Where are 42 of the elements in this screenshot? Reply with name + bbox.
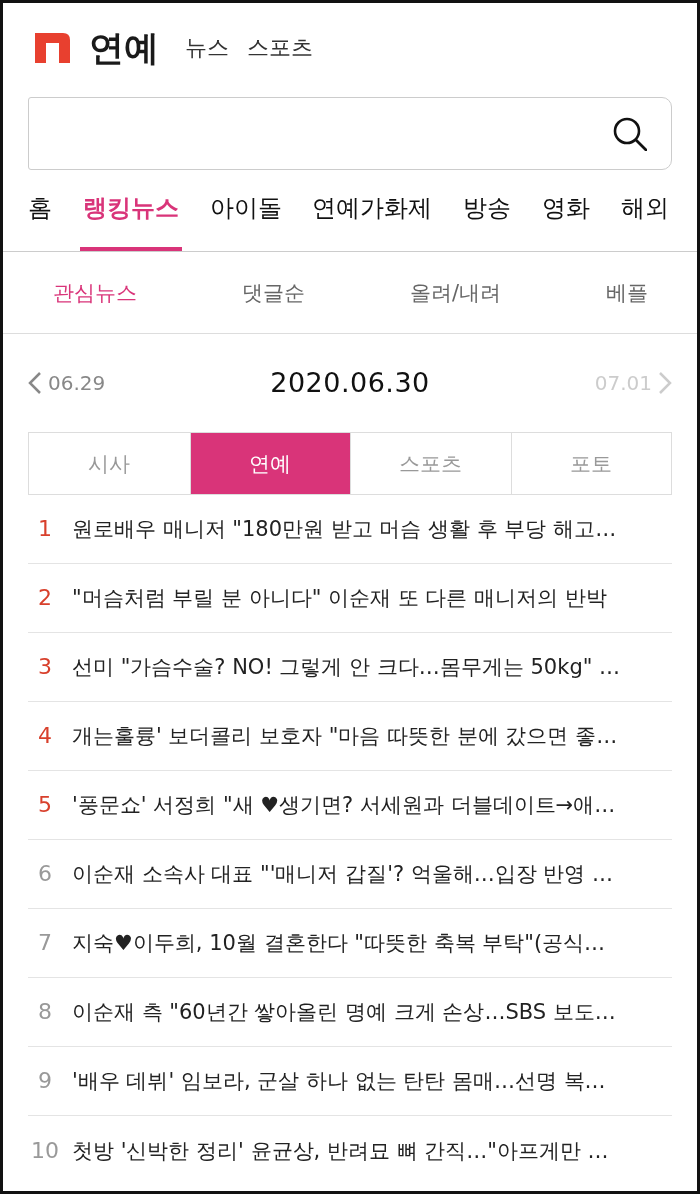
current-date: 2020.06.30 xyxy=(270,366,430,400)
nav-tab[interactable]: 해외 xyxy=(617,170,672,251)
chevron-left-icon xyxy=(28,371,42,395)
rank-number: 1 xyxy=(37,515,53,543)
rank-number: 8 xyxy=(37,998,53,1026)
nav-tab[interactable]: 랭킹뉴스 xyxy=(79,170,182,251)
sort-tab[interactable]: 베플 xyxy=(606,277,648,308)
nav-tab[interactable]: 방송 xyxy=(460,170,515,251)
sort-tab[interactable]: 댓글순 xyxy=(241,277,305,308)
header-link[interactable]: 스포츠 xyxy=(247,33,313,63)
rank-number: 2 xyxy=(37,584,53,612)
rank-number: 5 xyxy=(37,791,53,819)
rank-number: 7 xyxy=(37,929,53,957)
news-headline-link[interactable]: "머슴처럼 부릴 분 아니다" 이순재 또 다른 매니저의 반박 xyxy=(72,583,607,613)
search-icon[interactable] xyxy=(613,116,647,151)
rank-number: 6 xyxy=(37,860,53,888)
news-headline-link[interactable]: 이순재 소속사 대표 "'매니저 갑질'? 억울해…입장 반영 … xyxy=(72,859,614,889)
news-headline-link[interactable]: '배우 데뷔' 임보라, 군살 하나 없는 탄탄 몸매…선명 복… xyxy=(72,1066,606,1096)
rank-number: 10 xyxy=(30,1136,60,1165)
news-headline-link[interactable]: 지숙♥이두희, 10월 결혼한다 "따뜻한 축복 부탁"(공식… xyxy=(72,928,606,958)
category-tab[interactable]: 연예 xyxy=(189,433,350,494)
news-headline-link[interactable]: 개는훌륭' 보더콜리 보호자 "마음 따뜻한 분에 갔으면 좋… xyxy=(72,721,618,751)
nav-tab[interactable]: 홈 xyxy=(25,170,55,251)
rank-number: 4 xyxy=(37,722,53,750)
news-headline-link[interactable]: 첫방 '신박한 정리' 윤균상, 반려묘 뼈 간직…"아프게만 … xyxy=(72,1135,609,1166)
header-link[interactable]: 뉴스 xyxy=(185,33,229,63)
section-title: 연예 xyxy=(89,27,159,70)
search-field[interactable] xyxy=(28,97,672,170)
rank-number: 9 xyxy=(37,1067,53,1095)
previous-date-link[interactable]: 06.29 xyxy=(28,370,106,396)
nav-tab[interactable]: 연예가화제 xyxy=(309,170,436,251)
chevron-right-icon xyxy=(658,371,672,395)
news-headline-link[interactable]: 선미 "가슴수술? NO! 그렇게 안 크다…몸무게는 50kg" … xyxy=(72,652,621,682)
sort-tab[interactable]: 관심뉴스 xyxy=(53,277,137,308)
sort-tab[interactable]: 올려/내려 xyxy=(409,277,501,308)
news-headline-link[interactable]: '풍문쇼' 서정희 "새 ♥생기면? 서세원과 더블데이트→애… xyxy=(72,790,616,820)
nav-tab[interactable]: 영화 xyxy=(539,170,594,251)
logo-icon[interactable] xyxy=(35,33,70,63)
nav-tab[interactable]: 아이돌 xyxy=(206,170,285,251)
rank-number: 3 xyxy=(37,653,53,681)
news-headline-link[interactable]: 원로배우 매니저 "180만원 받고 머슴 생활 후 부당 해고… xyxy=(72,514,617,544)
news-headline-link[interactable]: 이순재 측 "60년간 쌓아올린 명예 크게 손상…SBS 보도… xyxy=(72,997,616,1027)
